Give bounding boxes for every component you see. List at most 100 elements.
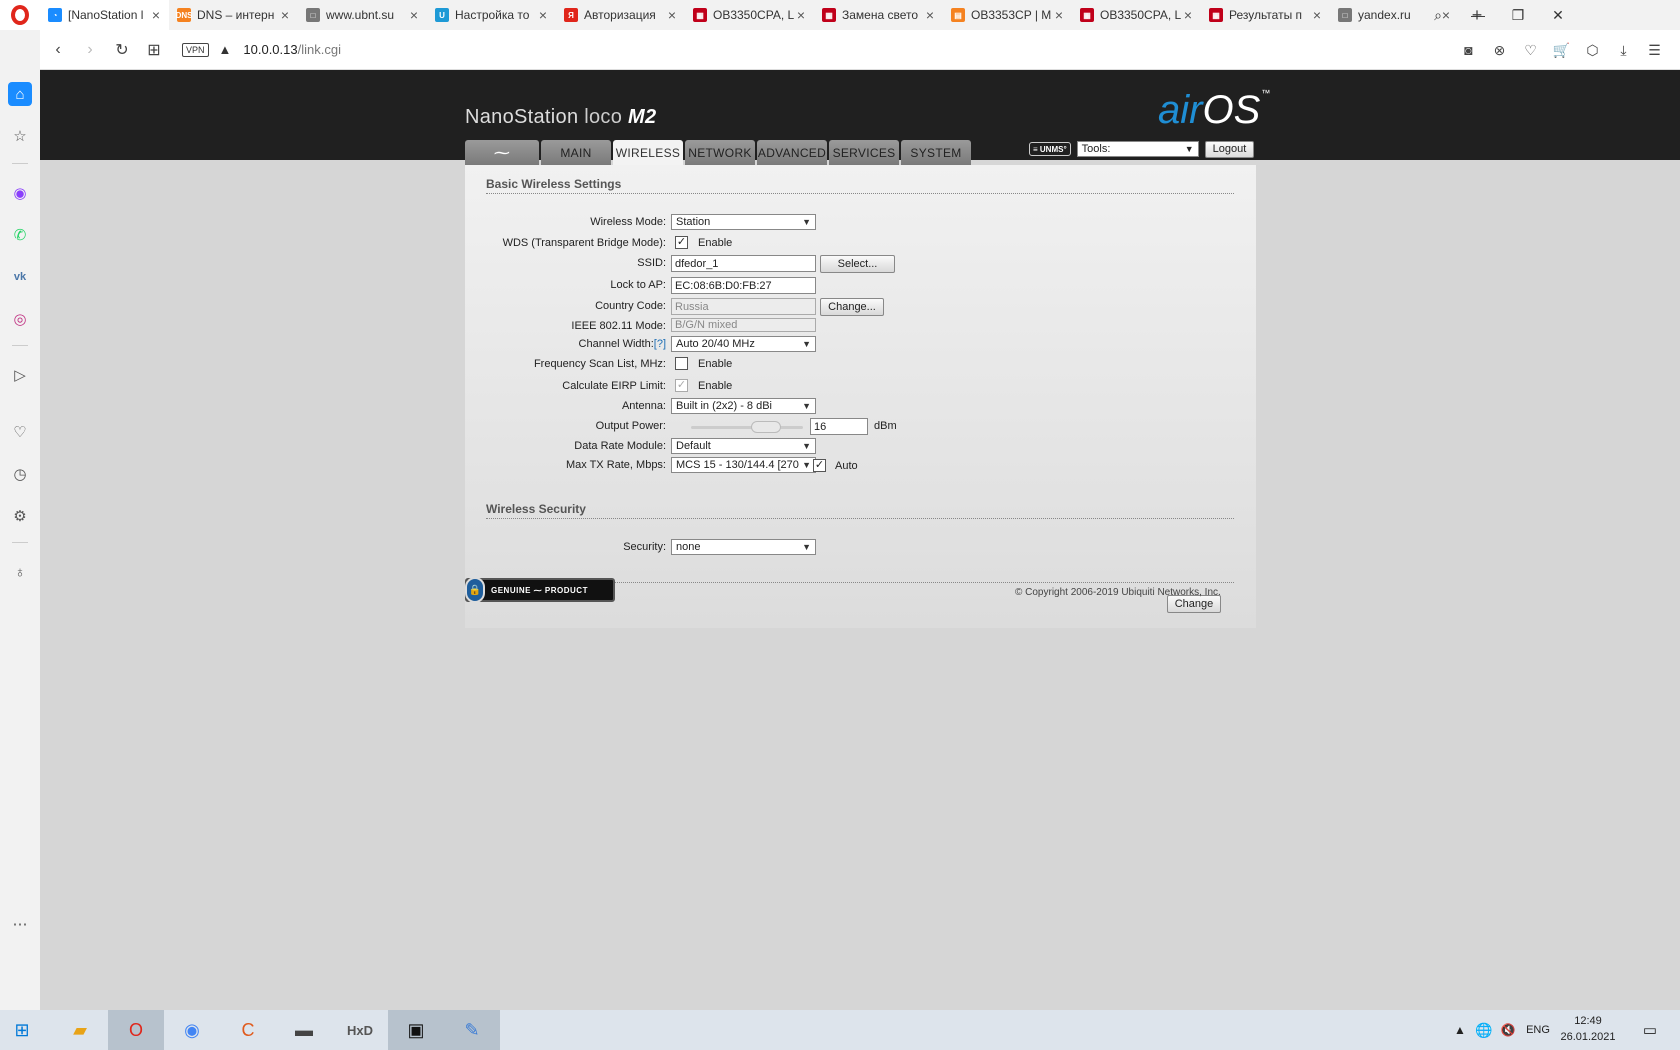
tab-ubnt-logo[interactable]: ⁓	[465, 140, 539, 165]
device-taskbar-icon[interactable]: ▬	[276, 1010, 332, 1050]
chevron-down-icon: ▼	[1184, 144, 1194, 154]
chrome-taskbar-icon[interactable]: ◉	[164, 1010, 220, 1050]
network-globe-icon[interactable]: 🌐	[1472, 1022, 1496, 1039]
cmd-taskbar-icon[interactable]: ▣	[388, 1010, 444, 1050]
browser-tab[interactable]: ▤ OB3353CP | M ×	[943, 0, 1072, 30]
adblock-icon[interactable]: ⊗	[1484, 42, 1515, 59]
taskbar-clock[interactable]: 12:49 26.01.2021	[1548, 1013, 1628, 1045]
wds-enable-label: Enable	[698, 237, 733, 249]
tray-expand-icon[interactable]: ▲	[1448, 1023, 1472, 1037]
tab-advanced[interactable]: ADVANCED	[757, 140, 827, 165]
close-tab-icon[interactable]: ×	[278, 7, 292, 23]
bookmark-heart-icon[interactable]: ♡	[1515, 42, 1546, 59]
opera-menu-button[interactable]	[0, 0, 40, 30]
freq-scan-checkbox[interactable]	[675, 357, 688, 370]
restore-button[interactable]: ❐	[1498, 7, 1538, 24]
tab-wireless[interactable]: WIRELESS	[613, 140, 683, 165]
close-tab-icon[interactable]: ×	[536, 7, 550, 23]
sidebar-divider	[12, 163, 28, 164]
browser-tab[interactable]: ▦ OB3350CPA, L ×	[1072, 0, 1201, 30]
shopping-cart-icon[interactable]: 🛒	[1546, 42, 1577, 59]
wireless-mode-select[interactable]: Station ▼	[671, 214, 816, 230]
close-tab-icon[interactable]: ×	[923, 7, 937, 23]
output-power-slider-track[interactable]	[691, 426, 803, 429]
browser-tab[interactable]: DNS DNS – интерн ×	[169, 0, 298, 30]
tab-main[interactable]: MAIN	[541, 140, 611, 165]
vpn-badge[interactable]: VPN	[182, 42, 209, 57]
lock-ap-input[interactable]: EC:08:6B:D0:FB:27	[671, 277, 816, 294]
speed-dial-icon[interactable]: ☆	[8, 124, 32, 148]
tab-system[interactable]: SYSTEM	[901, 140, 971, 165]
player-icon[interactable]: ▷	[8, 363, 32, 387]
volume-muted-icon[interactable]: 🔇	[1496, 1023, 1520, 1037]
downloads-icon[interactable]: ⤓	[1608, 42, 1639, 59]
browser-tab[interactable]: ▦ Результаты п ×	[1201, 0, 1330, 30]
close-window-button[interactable]: ✕	[1538, 7, 1578, 24]
ieee-mode-input: B/G/N mixed	[671, 318, 816, 332]
speed-dial-icon[interactable]: ⊞	[138, 40, 170, 60]
not-secure-warning-icon[interactable]: ▲	[219, 42, 232, 57]
bookmarks-heart-icon[interactable]: ♡	[8, 420, 32, 444]
channel-width-select[interactable]: Auto 20/40 MHz ▼	[671, 336, 816, 352]
close-tab-icon[interactable]: ×	[407, 7, 421, 23]
ccleaner-taskbar-icon[interactable]: C	[220, 1010, 276, 1050]
whatsapp-icon[interactable]: ✆	[8, 223, 32, 247]
paint-taskbar-icon[interactable]: ✎	[444, 1010, 500, 1050]
browser-tab[interactable]: ▦ Замена свето ×	[814, 0, 943, 30]
tips-bulb-icon[interactable]: ♁	[8, 560, 32, 584]
url-field[interactable]: 10.0.0.13/link.cgi	[243, 42, 341, 57]
tab-services[interactable]: SERVICES	[829, 140, 899, 165]
more-ellipsis-icon[interactable]: ⋯	[8, 912, 32, 936]
vk-icon[interactable]: vk	[8, 265, 32, 289]
back-button[interactable]: ‹	[42, 41, 74, 59]
close-tab-icon[interactable]: ×	[1052, 7, 1066, 23]
browser-tab[interactable]: U Настройка то ×	[427, 0, 556, 30]
max-tx-auto-checkbox[interactable]: ✓	[813, 459, 826, 472]
file-explorer-icon[interactable]: ▰	[52, 1010, 108, 1050]
settings-gear-icon[interactable]: ⚙	[8, 504, 32, 528]
security-select[interactable]: none ▼	[671, 539, 816, 555]
browser-tab[interactable]: ▦ OB3350CPA, L ×	[685, 0, 814, 30]
tab-favicon-icon: ▦	[693, 8, 707, 22]
max-tx-select[interactable]: MCS 15 - 130/144.4 [270 ▼	[671, 457, 816, 473]
instagram-icon[interactable]: ◎	[8, 307, 32, 331]
logout-button[interactable]: Logout	[1204, 140, 1255, 158]
extensions-cube-icon[interactable]: ⬡	[1577, 42, 1608, 59]
notifications-icon[interactable]: ▭	[1630, 1010, 1670, 1050]
tools-dropdown[interactable]: Tools: ▼	[1076, 141, 1199, 157]
ssid-input[interactable]: dfedor_1	[671, 255, 816, 272]
opera-taskbar-icon[interactable]: O	[108, 1010, 164, 1050]
browser-tab[interactable]: □ www.ubnt.su ×	[298, 0, 427, 30]
forward-button[interactable]: ›	[74, 41, 106, 59]
channel-width-help-link[interactable]: [?]	[654, 338, 666, 350]
easy-setup-icon[interactable]: ☰	[1639, 42, 1670, 59]
hxd-taskbar-icon[interactable]: HxD	[332, 1010, 388, 1050]
minimize-button[interactable]: —	[1458, 7, 1498, 23]
snapshot-icon[interactable]: ◙	[1453, 42, 1484, 58]
close-tab-icon[interactable]: ×	[665, 7, 679, 23]
home-icon[interactable]: ⌂	[8, 82, 32, 106]
messenger-icon[interactable]: ◉	[8, 181, 32, 205]
antenna-select[interactable]: Built in (2x2) - 8 dBi ▼	[671, 398, 816, 414]
output-power-slider-handle[interactable]	[751, 421, 781, 433]
windows-start-icon[interactable]: ⊞	[0, 1010, 44, 1050]
close-tab-icon[interactable]: ×	[1181, 7, 1195, 23]
browser-tab[interactable]: Я Авторизация ×	[556, 0, 685, 30]
tab-search-icon[interactable]: ⌕	[1418, 7, 1458, 24]
channel-width-value: Auto 20/40 MHz	[676, 338, 755, 350]
browser-tab[interactable]: ◔ [NanoStation l ×	[40, 0, 169, 30]
ssid-select-button[interactable]: Select...	[820, 255, 895, 273]
reload-button[interactable]: ↻	[106, 40, 138, 60]
country-change-button[interactable]: Change...	[820, 298, 884, 316]
data-rate-select[interactable]: Default ▼	[671, 438, 816, 454]
wds-checkbox[interactable]: ✓	[675, 236, 688, 249]
close-tab-icon[interactable]: ×	[1310, 7, 1324, 23]
unms-badge[interactable]: ≡ UNMS°	[1029, 142, 1071, 156]
logo-air: air	[1158, 88, 1203, 132]
tab-network[interactable]: NETWORK	[685, 140, 755, 165]
close-tab-icon[interactable]: ×	[794, 7, 808, 23]
eirp-checkbox: ✓	[675, 379, 688, 392]
history-clock-icon[interactable]: ◷	[8, 462, 32, 486]
output-power-input[interactable]: 16	[810, 418, 868, 435]
close-tab-icon[interactable]: ×	[149, 7, 163, 23]
